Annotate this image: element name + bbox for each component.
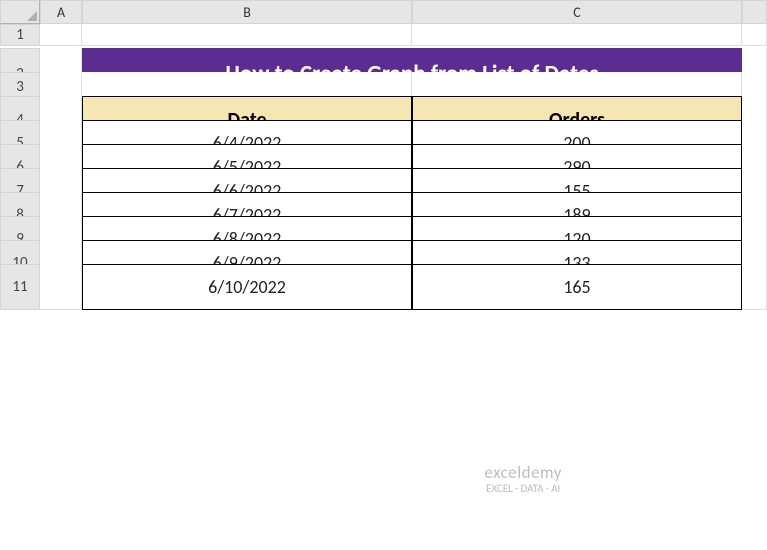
cell-a1[interactable] [40, 24, 82, 46]
cell-orders-6[interactable]: 165 [412, 264, 742, 310]
row-header-1[interactable]: 1 [0, 24, 40, 46]
col-header-blank[interactable] [742, 0, 767, 24]
select-all-corner[interactable] [0, 0, 40, 24]
col-header-a[interactable]: A [40, 0, 82, 24]
watermark: exceldemy EXCEL · DATA · AI [484, 464, 562, 495]
row-header-11[interactable]: 11 [0, 264, 40, 310]
cell-a11[interactable] [40, 264, 82, 310]
watermark-line1: exceldemy [484, 462, 562, 483]
cell-c1[interactable] [412, 24, 742, 46]
col-header-c[interactable]: C [412, 0, 742, 24]
cell-date-6[interactable]: 6/10/2022 [82, 264, 412, 310]
col-header-b[interactable]: B [82, 0, 412, 24]
cell-b1[interactable] [82, 24, 412, 46]
watermark-line2: EXCEL · DATA · AI [486, 482, 560, 495]
spreadsheet-grid: A B C 1 2 How to Create Graph from List … [0, 0, 767, 288]
cell-blank1[interactable] [742, 24, 767, 46]
cell-blank11[interactable] [742, 264, 767, 310]
